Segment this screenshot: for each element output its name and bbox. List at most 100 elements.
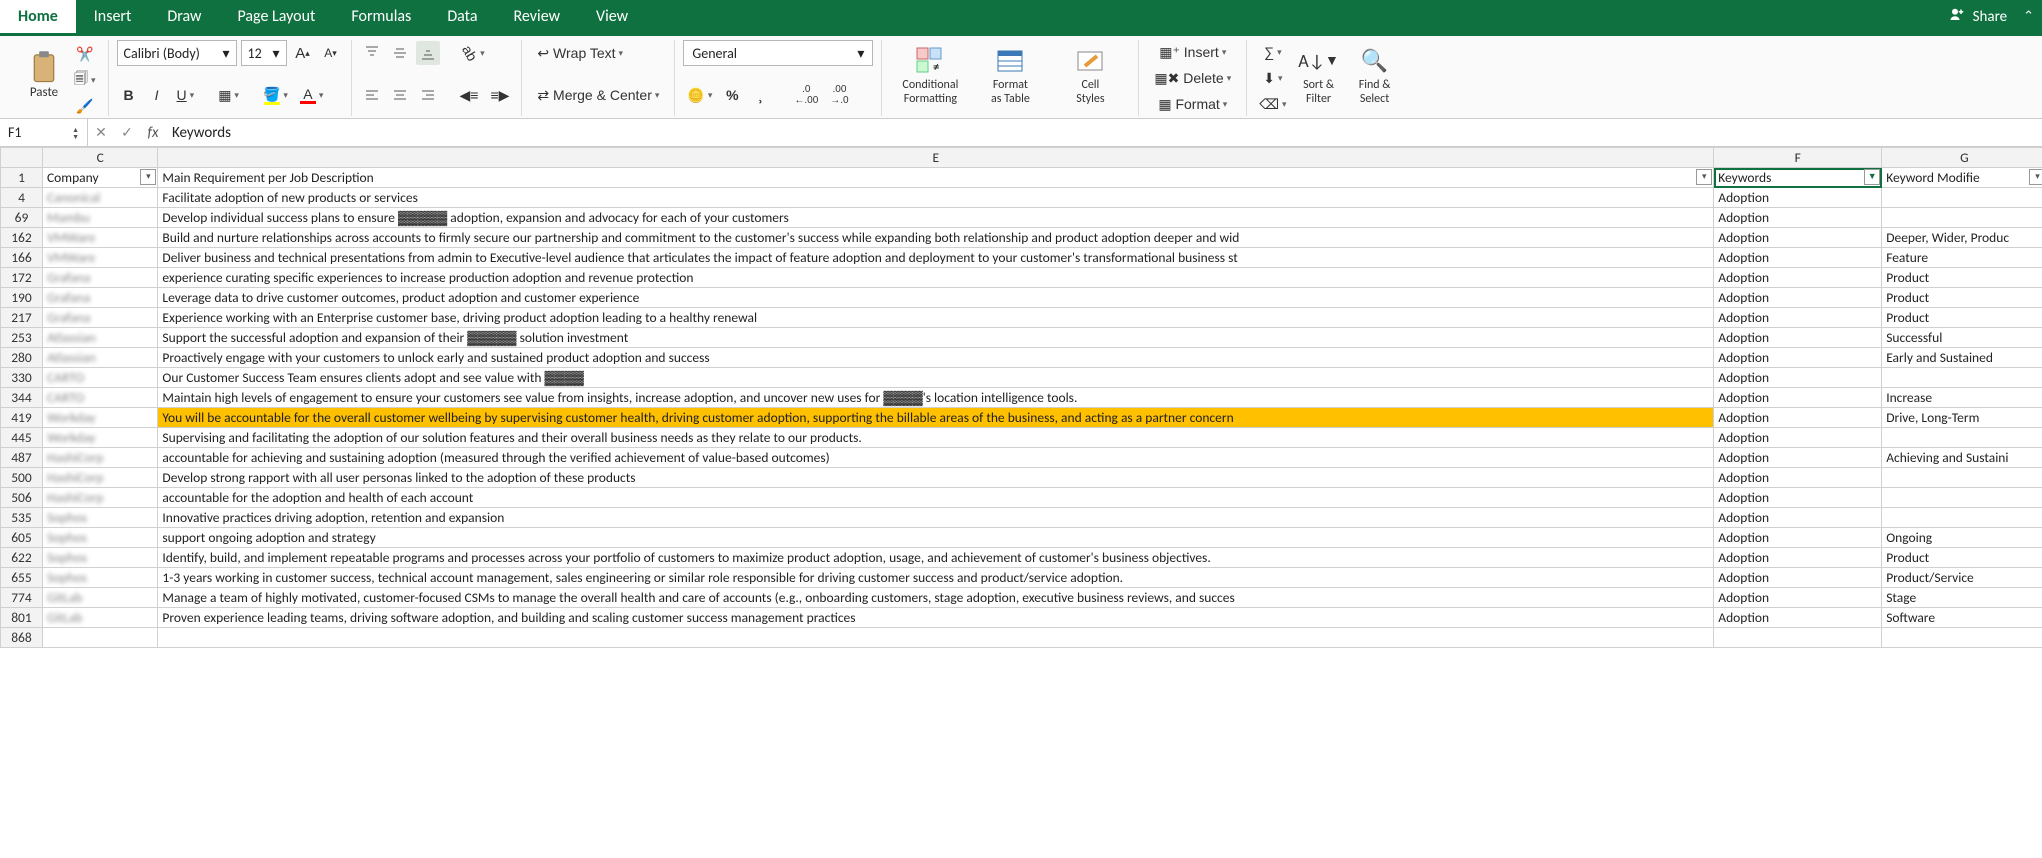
cell[interactable]: Sophos — [42, 528, 157, 548]
row-header[interactable]: 801 — [1, 608, 43, 628]
row-header[interactable]: 655 — [1, 568, 43, 588]
row-header[interactable]: 506 — [1, 488, 43, 508]
cell[interactable] — [1882, 508, 2042, 528]
cell[interactable]: Adoption — [1714, 348, 1882, 368]
row-header[interactable]: 605 — [1, 528, 43, 548]
row-header[interactable]: 330 — [1, 368, 43, 388]
cell[interactable]: Adoption — [1714, 248, 1882, 268]
cell[interactable]: Achieving and Sustaini — [1882, 448, 2042, 468]
increase-font-button[interactable]: A▴ — [291, 41, 315, 65]
cell[interactable] — [1882, 368, 2042, 388]
tab-data[interactable]: Data — [429, 0, 495, 33]
row-header[interactable]: 190 — [1, 288, 43, 308]
cell[interactable]: Feature — [1882, 248, 2042, 268]
sort-filter-button[interactable]: A↓▼ Sort & Filter — [1291, 40, 1347, 110]
cell[interactable]: Atlassian — [42, 328, 157, 348]
filter-button-C[interactable]: ▾ — [140, 169, 156, 185]
filter-button-F[interactable]: ▼ — [1864, 169, 1880, 185]
formula-input[interactable]: Keywords — [166, 124, 2042, 142]
row-header[interactable]: 4 — [1, 188, 43, 208]
cell[interactable]: Sophos — [42, 508, 157, 528]
header-cell-F[interactable]: Keywords▼ — [1714, 168, 1882, 188]
row-header[interactable]: 774 — [1, 588, 43, 608]
cell[interactable]: Product — [1882, 268, 2042, 288]
cut-button[interactable]: ✂️ — [70, 42, 100, 66]
cell[interactable]: Sophos — [42, 548, 157, 568]
name-box[interactable]: F1 ▲▼ — [0, 119, 88, 146]
cell[interactable]: accountable for achieving and sustaining… — [158, 448, 1714, 468]
header-cell-C[interactable]: Company▾ — [42, 168, 157, 188]
accounting-format-button[interactable]: 🪙▾ — [683, 83, 716, 107]
cell[interactable]: CARTO — [42, 368, 157, 388]
cell[interactable]: Product — [1882, 308, 2042, 328]
cell[interactable]: Identify, build, and implement repeatabl… — [158, 548, 1714, 568]
cell[interactable]: CARTO — [42, 388, 157, 408]
fx-icon[interactable]: fx — [140, 124, 166, 142]
cell[interactable]: Adoption — [1714, 228, 1882, 248]
align-bottom-button[interactable] — [416, 41, 440, 65]
cell[interactable]: accountable for the adoption and health … — [158, 488, 1714, 508]
cell[interactable]: Adoption — [1714, 328, 1882, 348]
cell[interactable]: Build and nurture relationships across a… — [158, 228, 1714, 248]
row-header[interactable]: 69 — [1, 208, 43, 228]
bold-button[interactable]: B — [117, 83, 141, 107]
decrease-decimal-button[interactable]: .00→.0 — [826, 83, 852, 107]
cell[interactable]: Workday — [42, 408, 157, 428]
cell[interactable]: Adoption — [1714, 468, 1882, 488]
cell[interactable]: Maintain high levels of engagement to en… — [158, 388, 1714, 408]
cell[interactable]: Adoption — [1714, 508, 1882, 528]
row-header[interactable]: 622 — [1, 548, 43, 568]
row-header[interactable]: 344 — [1, 388, 43, 408]
merge-center-button[interactable]: ⇄ Merge & Center▾ — [530, 83, 666, 107]
filter-button-E[interactable]: ▾ — [1696, 169, 1712, 185]
cell[interactable]: Product/Service — [1882, 568, 2042, 588]
row-header[interactable]: 172 — [1, 268, 43, 288]
col-header-f[interactable]: F — [1714, 148, 1882, 168]
cell[interactable]: GitLab — [42, 608, 157, 628]
cell[interactable]: Adoption — [1714, 568, 1882, 588]
cell[interactable]: You will be accountable for the overall … — [158, 408, 1714, 428]
format-as-table-button[interactable]: Format as Table — [970, 40, 1050, 110]
row-header[interactable]: 445 — [1, 428, 43, 448]
cell[interactable]: Adoption — [1714, 528, 1882, 548]
cell[interactable]: Develop strong rapport with all user per… — [158, 468, 1714, 488]
align-center-button[interactable] — [388, 83, 412, 107]
cell[interactable]: Grafana — [42, 308, 157, 328]
tab-formulas[interactable]: Formulas — [333, 0, 429, 33]
cell[interactable]: Drive, Long-Term — [1882, 408, 2042, 428]
number-format-select[interactable]: General▾ — [683, 40, 873, 66]
cell[interactable]: Adoption — [1714, 268, 1882, 288]
row-header[interactable]: 280 — [1, 348, 43, 368]
cell[interactable]: Software — [1882, 608, 2042, 628]
italic-button[interactable]: I — [145, 83, 169, 107]
find-select-button[interactable]: 🔍 Find & Select — [1347, 40, 1403, 110]
cell[interactable] — [1882, 468, 2042, 488]
cell[interactable]: Sophos — [42, 568, 157, 588]
cell[interactable]: Canonical — [42, 188, 157, 208]
accept-formula-button[interactable]: ✓ — [114, 124, 140, 141]
format-cells-button[interactable]: ▦ Format▾ — [1147, 92, 1238, 116]
filter-button-G[interactable]: ▾ — [2029, 169, 2042, 185]
cell[interactable] — [158, 628, 1714, 648]
format-painter-button[interactable]: 🖌️ — [70, 94, 100, 118]
name-box-spinner[interactable]: ▲▼ — [72, 126, 79, 140]
cell[interactable]: VMWare — [42, 248, 157, 268]
autosum-button[interactable]: ∑▾ — [1255, 40, 1290, 64]
cell[interactable]: Experience working with an Enterprise cu… — [158, 308, 1714, 328]
cell[interactable]: HashiCorp — [42, 488, 157, 508]
tab-page-layout[interactable]: Page Layout — [219, 0, 333, 33]
row-header[interactable]: 253 — [1, 328, 43, 348]
cell[interactable]: Adoption — [1714, 288, 1882, 308]
cell[interactable]: 1-3 years working in customer success, t… — [158, 568, 1714, 588]
cell[interactable]: Stage — [1882, 588, 2042, 608]
cell[interactable]: experience curating specific experiences… — [158, 268, 1714, 288]
cell[interactable]: VMWare — [42, 228, 157, 248]
align-middle-button[interactable] — [388, 41, 412, 65]
conditional-formatting-button[interactable]: ≠ Conditional Formatting — [890, 40, 970, 110]
percent-button[interactable]: % — [720, 83, 744, 107]
row-header[interactable]: 1 — [1, 168, 43, 188]
cell[interactable]: Our Customer Success Team ensures client… — [158, 368, 1714, 388]
increase-decimal-button[interactable]: .0←.00 — [790, 83, 822, 107]
font-color-button[interactable]: A▾ — [296, 83, 328, 107]
cell[interactable]: Adoption — [1714, 488, 1882, 508]
